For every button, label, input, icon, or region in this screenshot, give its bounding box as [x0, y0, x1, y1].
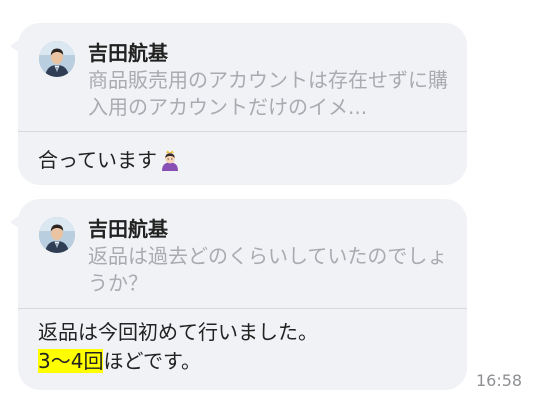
- person-with-crown-emoji-icon: [162, 150, 178, 171]
- quote-text: 商品販売用のアカウントは存在せずに購入用のアカウントだけのイメ...: [88, 68, 448, 119]
- chat-view: 吉田航基 商品販売用のアカウントは存在せずに購入用のアカウントだけのイメ... …: [0, 0, 546, 414]
- quoted-message[interactable]: 吉田航基 返品は過去どのくらいしていたのでしょうか？: [18, 199, 467, 297]
- avatar[interactable]: [39, 41, 75, 77]
- reply-text: 返品は今回初めて行いました。 3〜4回ほどです。: [38, 318, 449, 376]
- message-bubble[interactable]: 吉田航基 商品販売用のアカウントは存在せずに購入用のアカウントだけのイメ... …: [10, 23, 467, 185]
- divider: [18, 131, 467, 132]
- message-bubble[interactable]: 吉田航基 返品は過去どのくらいしていたのでしょうか？ 返品は今回初めて行いました…: [10, 199, 467, 390]
- reply-text-content: 合っています: [38, 148, 157, 172]
- divider: [18, 308, 467, 309]
- avatar[interactable]: [39, 217, 75, 253]
- quote-text: 返品は過去どのくらいしていたのでしょうか？: [88, 244, 448, 295]
- message-timestamp: 16:58: [476, 371, 523, 390]
- reply-line-2: 3〜4回ほどです。: [38, 347, 449, 376]
- reply-text: 合っています: [38, 146, 449, 175]
- person-avatar-icon: [39, 217, 75, 253]
- reply-line-1: 返品は今回初めて行いました。: [38, 320, 318, 344]
- quote-author-name: 吉田航基: [88, 41, 168, 65]
- reply-line-2-rest: ほどです。: [103, 349, 202, 373]
- highlighted-text: 3〜4回: [38, 349, 104, 373]
- person-avatar-icon: [39, 41, 75, 77]
- quoted-message[interactable]: 吉田航基 商品販売用のアカウントは存在せずに購入用のアカウントだけのイメ...: [18, 23, 467, 121]
- quote-author-name: 吉田航基: [88, 217, 168, 241]
